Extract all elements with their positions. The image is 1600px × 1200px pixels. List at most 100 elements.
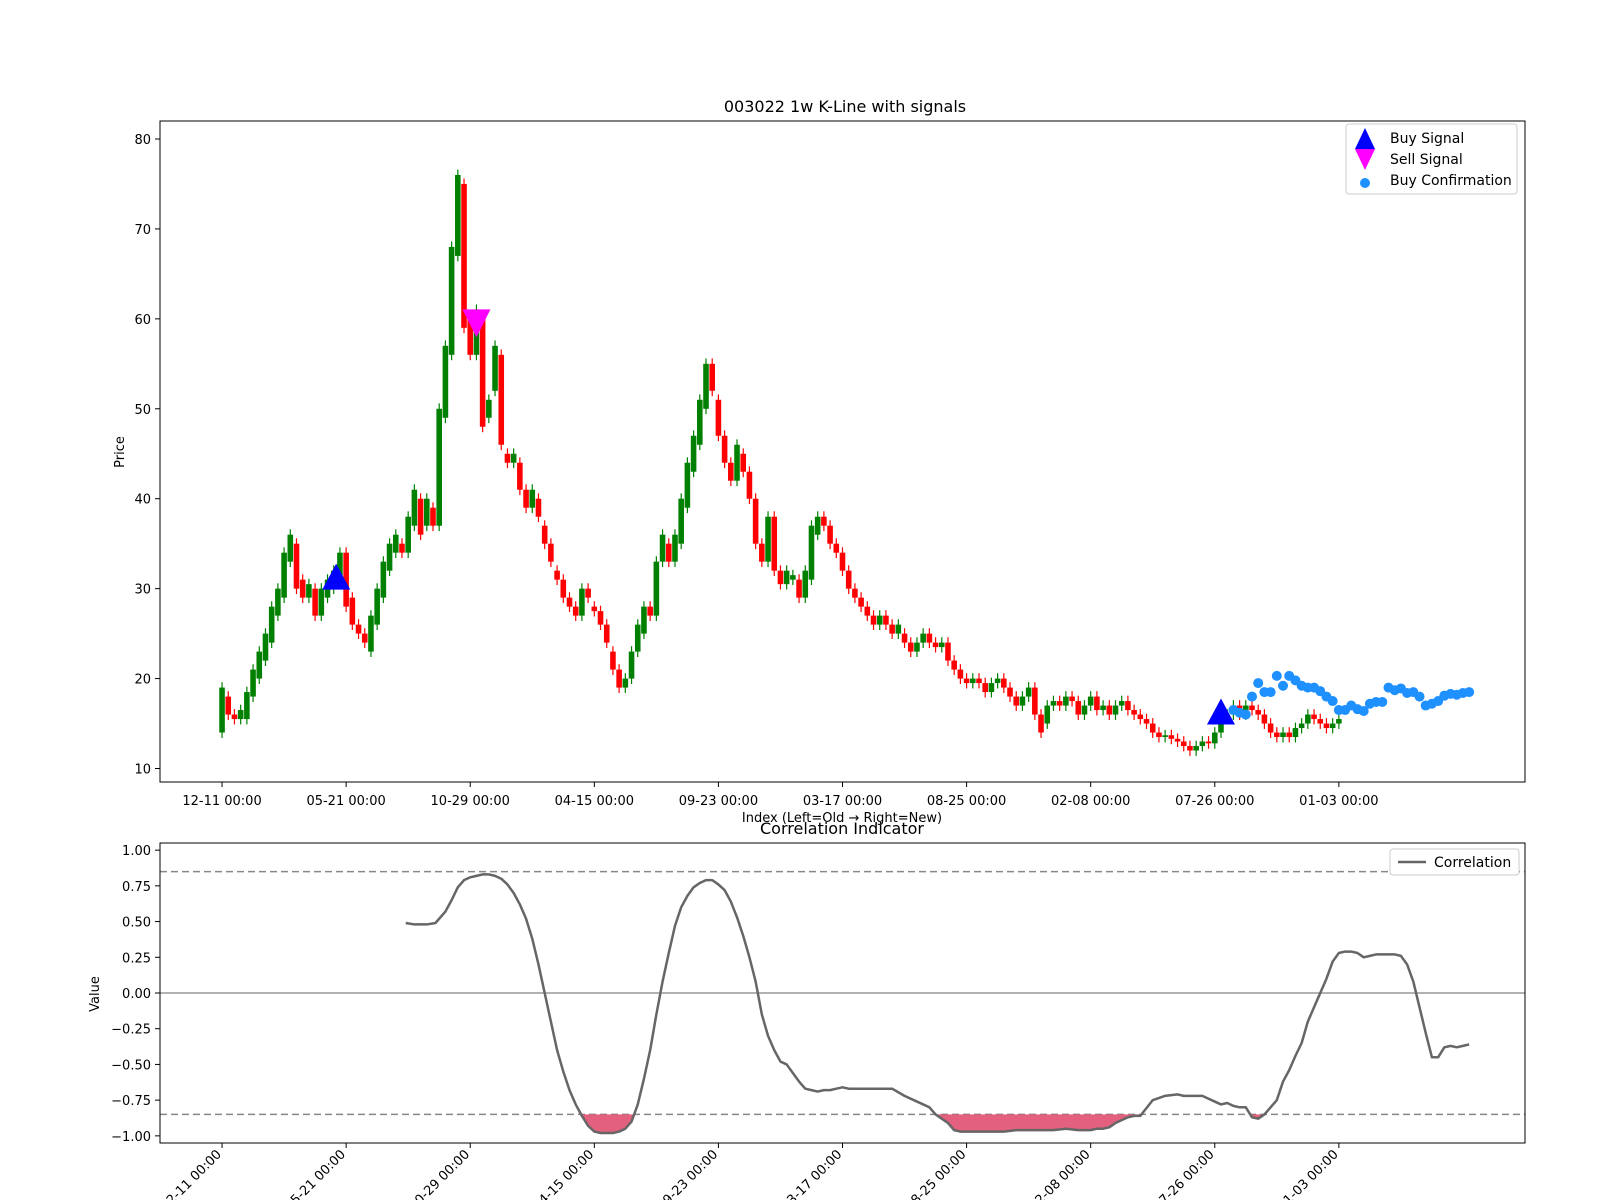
figure: 003022 1w K-Line with signals 10 20 30 40 50…: [88, 97, 1526, 1200]
candle-up: [641, 606, 647, 634]
candle-down: [361, 633, 368, 643]
candle-down: [833, 543, 840, 553]
candle-up: [380, 561, 387, 598]
correlation-xtick-label: 07-26 00:00: [1151, 1147, 1218, 1200]
candle-down: [355, 624, 362, 634]
candle-down: [504, 453, 511, 463]
candle-down: [585, 588, 591, 598]
buy-confirmation-point: [1377, 696, 1388, 707]
candle-up: [783, 570, 790, 585]
candle-down: [1174, 738, 1181, 742]
kline-ytick-label: 20: [134, 673, 151, 688]
candle-up: [281, 552, 287, 598]
kline-ytick-label: 10: [134, 763, 151, 778]
correlation-ytick-label: −0.50: [111, 1058, 151, 1073]
candle-down: [721, 435, 728, 463]
candle-down: [883, 615, 889, 625]
candle-up: [1025, 687, 1032, 697]
candle-down: [1106, 705, 1113, 715]
candle-up: [1298, 723, 1305, 729]
candle-down: [709, 363, 715, 391]
candle-down: [759, 543, 765, 562]
candle-down: [647, 606, 653, 616]
candle-up: [579, 588, 585, 616]
candle-up: [628, 651, 635, 679]
candle-down: [417, 498, 424, 535]
correlation-ytick-label: 0.75: [122, 880, 151, 895]
correlation-ytick-label: 1.00: [122, 844, 151, 859]
candle-down: [1261, 714, 1268, 724]
candle-down: [1056, 701, 1063, 706]
buy-confirmation-legend-icon: [1360, 178, 1370, 188]
legend-sell-signal: Sell Signal: [1390, 152, 1463, 168]
kline-title: 003022 1w K-Line with signals: [724, 97, 966, 116]
correlation-ytick-label: −1.00: [111, 1130, 151, 1145]
candle-down: [517, 462, 523, 490]
candle-up: [684, 462, 691, 508]
candle-down: [932, 642, 939, 648]
candle-down: [293, 543, 300, 589]
buy-confirmation-point: [1464, 687, 1475, 698]
candle-up: [938, 642, 945, 648]
kline-xtick-label: 07-26 00:00: [1175, 794, 1254, 809]
candle-up: [1280, 732, 1286, 738]
correlation-chart: Correlation Indicator −1.00 −0.75 −0.50 −0.…: [88, 819, 1526, 1200]
candle-up: [1081, 705, 1088, 715]
correlation-xtick-label: 01-03 00:00: [1275, 1147, 1342, 1200]
candle-up: [659, 534, 666, 562]
candle-down: [1168, 735, 1175, 739]
kline-ytick-label: 40: [134, 493, 151, 508]
candle-up: [411, 489, 418, 526]
candle-up: [262, 633, 269, 661]
buy-confirmation-point: [1240, 709, 1251, 720]
candle-up: [374, 588, 380, 625]
candle-up: [970, 678, 976, 684]
candle-down: [1094, 696, 1100, 711]
candle-up: [653, 561, 660, 616]
candle-up: [988, 683, 995, 693]
legend-buy-signal: Buy Signal: [1390, 131, 1464, 147]
candle-up: [368, 615, 374, 652]
candle-up: [219, 687, 225, 733]
correlation-xtick-label: 08-25 00:00: [903, 1147, 970, 1200]
kline-xtick-label: 12-11 00:00: [182, 794, 261, 809]
candle-up: [914, 642, 920, 652]
kline-chart: 003022 1w K-Line with signals 10 20 30 40 50…: [113, 97, 1526, 826]
candle-down: [963, 678, 970, 684]
candle-up: [876, 615, 883, 625]
candle-down: [1267, 723, 1274, 733]
candle-down: [572, 606, 579, 616]
candle-up: [275, 588, 281, 616]
candle-up: [634, 624, 641, 652]
candle-down: [1007, 687, 1013, 697]
candle-down: [430, 507, 436, 526]
candle-up: [920, 633, 926, 643]
kline-legend: Buy Signal Sell Signal Buy Confirmation: [1345, 123, 1518, 195]
kline-ytick-label: 80: [134, 133, 151, 148]
candle-up: [790, 575, 796, 580]
candle-down: [889, 624, 895, 634]
candle-down: [665, 543, 672, 562]
candle-up: [256, 651, 263, 679]
candle-up: [486, 399, 492, 418]
candle-up: [1329, 723, 1336, 729]
candle-down: [827, 525, 833, 544]
candle-up: [734, 444, 740, 481]
correlation-xtick-label: 04-15 00:00: [530, 1147, 597, 1200]
kline-ytick-label: 70: [134, 223, 151, 238]
correlation-xtick-label: 05-21 00:00: [282, 1147, 349, 1200]
candle-down: [1131, 710, 1137, 715]
candle-down: [399, 543, 405, 553]
candle-down: [1038, 714, 1044, 733]
candle-up: [994, 678, 1001, 684]
candle-up: [306, 584, 312, 598]
candle-up: [1044, 705, 1051, 724]
kline-ytick-label: 30: [134, 583, 151, 598]
candle-up: [808, 525, 815, 580]
candle-up: [697, 399, 703, 445]
kline-xtick-label: 03-17 00:00: [803, 794, 882, 809]
buy-confirmation-point: [1253, 678, 1264, 689]
kline-xtick-label: 02-08 00:00: [1051, 794, 1130, 809]
candle-down: [907, 642, 914, 652]
candle-down: [603, 624, 610, 643]
